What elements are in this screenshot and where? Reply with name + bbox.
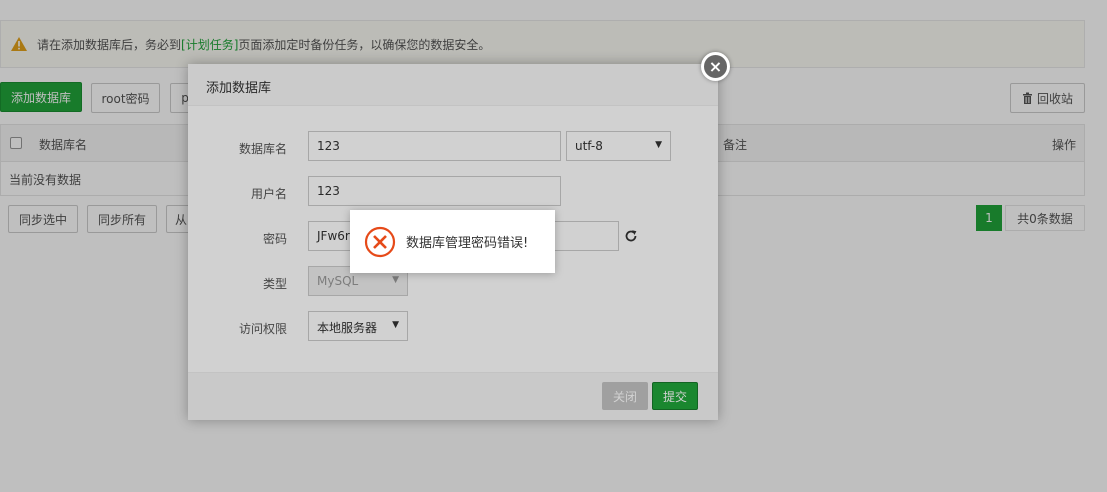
- close-icon[interactable]: ×: [701, 52, 730, 81]
- error-icon: [364, 226, 396, 257]
- error-message: 数据库管理密码错误!: [406, 236, 529, 251]
- error-toast: 数据库管理密码错误!: [350, 210, 555, 273]
